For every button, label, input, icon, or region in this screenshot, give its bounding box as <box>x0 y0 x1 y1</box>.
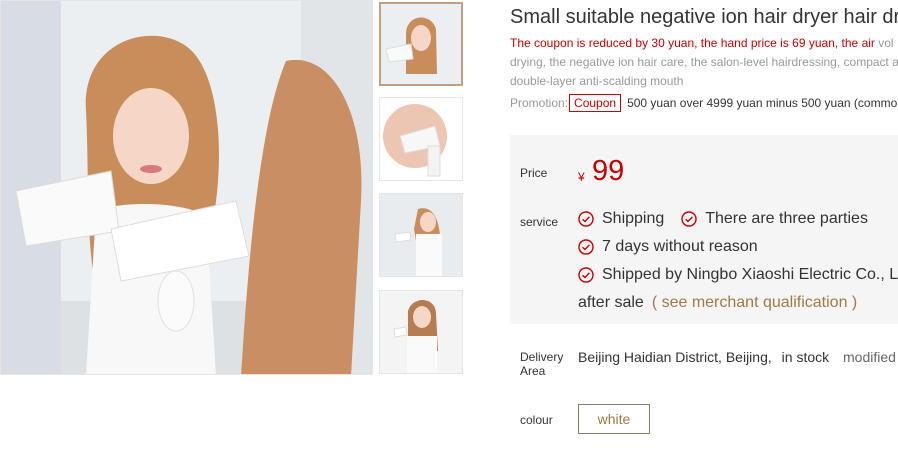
service-item: 7 days without reason <box>578 235 758 259</box>
check-circle-icon <box>681 211 697 227</box>
price-label: Price <box>520 166 548 180</box>
subtitle-line-2: drying, the negative ion hair care, the … <box>510 55 898 69</box>
subtitle-line-1: The coupon is reduced by 30 yuan, the ha… <box>510 34 898 53</box>
colour-option-white[interactable]: white <box>578 404 650 434</box>
service-row-3: Shipped by Ningbo Xiaoshi Electric Co., … <box>578 263 898 291</box>
service-list: Shipping There are three parties 7 days … <box>578 207 898 315</box>
service-row-1: Shipping There are three parties <box>578 207 898 235</box>
colour-label: colour <box>520 413 553 427</box>
thumbnail-4[interactable] <box>379 290 463 374</box>
service-item-label: 7 days without reason <box>602 238 758 255</box>
check-circle-icon <box>578 211 594 227</box>
promotion-text: 500 yuan over 4999 yuan minus 500 yuan (… <box>627 96 898 110</box>
check-circle-icon <box>578 239 594 255</box>
delivery-area-label: Delivery Area <box>520 350 564 378</box>
subtitle-tail: vol <box>874 36 894 50</box>
service-item-label: Shipping <box>602 210 665 227</box>
thumbnail-2[interactable] <box>379 97 463 181</box>
modified-link[interactable]: modified <box>843 349 896 365</box>
service-label: service <box>520 215 559 229</box>
service-row-2: 7 days without reason <box>578 235 898 263</box>
service-item-label: Shipped by Ningbo Xiaoshi Electric Co., … <box>602 266 898 283</box>
after-sale-text: after sale <box>578 294 644 311</box>
service-item: Shipped by Ningbo Xiaoshi Electric Co., … <box>578 263 898 287</box>
product-info: Small suitable negative ion hair dryer h… <box>510 0 898 451</box>
promotion-row: Promotion: Coupon 500 yuan over 4999 yua… <box>510 94 897 112</box>
main-product-image <box>0 0 373 375</box>
subtitle-line-3: double-layer anti-scalding mouth <box>510 74 684 88</box>
delivery-location[interactable]: Beijing Haidian District, Beijing, <box>578 349 772 365</box>
subtitle-promo-text: The coupon is reduced by 30 yuan, the ha… <box>510 36 875 50</box>
price-panel: Price ¥ 99 service Shipping There are th… <box>510 135 898 324</box>
product-subtitle: The coupon is reduced by 30 yuan, the ha… <box>510 34 898 91</box>
currency-symbol: ¥ <box>578 170 585 184</box>
product-title: Small suitable negative ion hair dryer h… <box>510 6 898 28</box>
check-circle-icon <box>578 267 594 283</box>
promotion-label: Promotion: <box>510 96 569 110</box>
service-item: There are three parties <box>681 207 868 231</box>
price-value: 99 <box>592 155 625 187</box>
service-item-label: There are three parties <box>705 210 868 227</box>
service-item: Shipping <box>578 207 664 231</box>
coupon-button[interactable]: Coupon <box>569 94 622 112</box>
stock-status: in stock <box>781 349 830 365</box>
merchant-qualification-link[interactable]: ( see merchant qualification ) <box>652 294 857 311</box>
delivery-info: Beijing Haidian District, Beijing, in st… <box>578 349 896 365</box>
thumbnail-3[interactable] <box>379 193 463 277</box>
thumbnail-1[interactable] <box>379 2 463 86</box>
service-row-4: after sale ( see merchant qualification ) <box>578 291 898 315</box>
